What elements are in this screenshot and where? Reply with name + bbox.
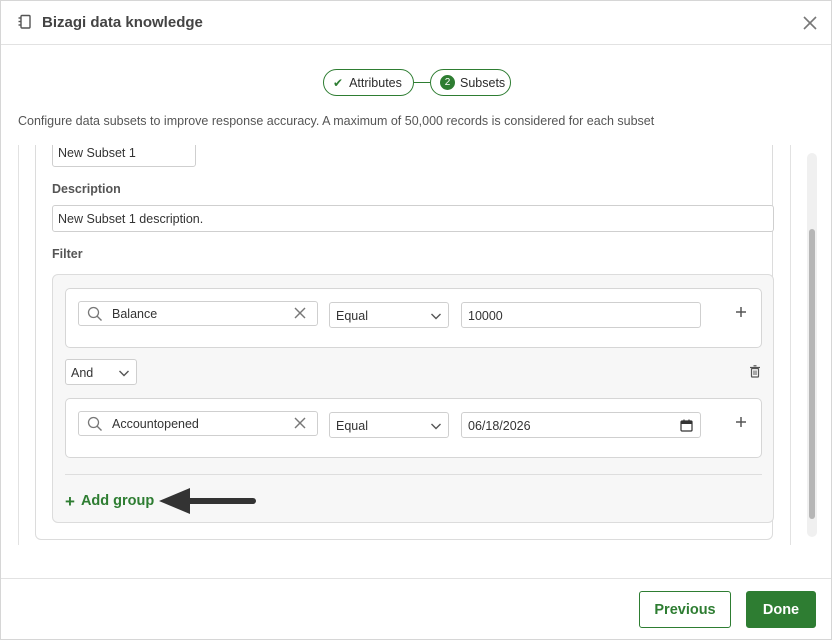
subset-description-input[interactable]: New Subset 1 description. (52, 205, 774, 232)
footer-divider (1, 578, 831, 579)
scroll-area-left-border (18, 145, 19, 545)
arrow-annotation-icon (159, 488, 256, 514)
subset-name-input[interactable]: New Subset 1 (52, 145, 196, 167)
group-connector-select[interactable]: And (65, 359, 137, 385)
dialog: Bizagi data knowledge ✔ Attributes 2 Sub… (0, 0, 832, 640)
filter-value: 06/18/2026 (468, 419, 531, 433)
chevron-down-icon (119, 370, 129, 377)
add-group-button[interactable]: + Add group (65, 490, 154, 512)
step-number-badge: 2 (440, 75, 455, 90)
filter-value: 10000 (468, 309, 503, 323)
attribute-search-input[interactable]: Accountopened (78, 411, 318, 436)
operator-value: Equal (336, 309, 368, 323)
filter-label: Filter (52, 247, 83, 261)
subsets-scroll-area: New Subset 1 Description New Subset 1 de… (18, 145, 818, 545)
filter-container: Balance Equal 10000 And Accountopened Eq… (52, 274, 774, 523)
checkmark-icon: ✔ (333, 75, 344, 90)
step-attributes-label: Attributes (349, 75, 402, 90)
operator-value: Equal (336, 419, 368, 433)
search-icon (87, 416, 102, 431)
step-subsets-label: Subsets (460, 75, 506, 90)
calendar-icon[interactable] (680, 419, 693, 432)
attribute-value: Accountopened (112, 417, 199, 431)
add-condition-icon[interactable] (734, 305, 748, 319)
clear-icon[interactable] (293, 306, 307, 320)
scroll-area-right-border (790, 145, 791, 545)
filter-group: Balance Equal 10000 (65, 288, 762, 348)
add-condition-icon[interactable] (734, 415, 748, 429)
document-icon (18, 14, 31, 29)
plus-icon: + (65, 491, 75, 511)
filter-group: Accountopened Equal 06/18/2026 (65, 398, 762, 458)
search-icon (87, 306, 102, 321)
description-label: Description (52, 182, 121, 196)
add-group-label: Add group (80, 493, 155, 509)
previous-button[interactable]: Previous (639, 591, 731, 628)
trash-icon[interactable] (749, 365, 761, 378)
connector-value: And (71, 366, 94, 380)
step-subsets[interactable]: 2 Subsets (430, 69, 511, 96)
done-button[interactable]: Done (746, 591, 816, 628)
close-icon[interactable] (801, 14, 819, 32)
dialog-header: Bizagi data knowledge (1, 1, 831, 45)
operator-select[interactable]: Equal (329, 302, 449, 328)
scrollbar-thumb[interactable] (809, 229, 815, 519)
clear-icon[interactable] (293, 416, 307, 430)
filter-value-input[interactable]: 10000 (461, 302, 701, 328)
dialog-title: Bizagi data knowledge (42, 14, 203, 31)
date-value-input[interactable]: 06/18/2026 (461, 412, 701, 438)
attribute-search-input[interactable]: Balance (78, 301, 318, 326)
operator-select[interactable]: Equal (329, 412, 449, 438)
divider (65, 474, 762, 475)
chevron-down-icon (431, 423, 441, 430)
step-attributes[interactable]: ✔ Attributes (323, 69, 414, 96)
attribute-value: Balance (112, 307, 158, 321)
chevron-down-icon (431, 313, 441, 320)
step-connector (414, 82, 430, 83)
page-description: Configure data subsets to improve respon… (18, 114, 655, 128)
